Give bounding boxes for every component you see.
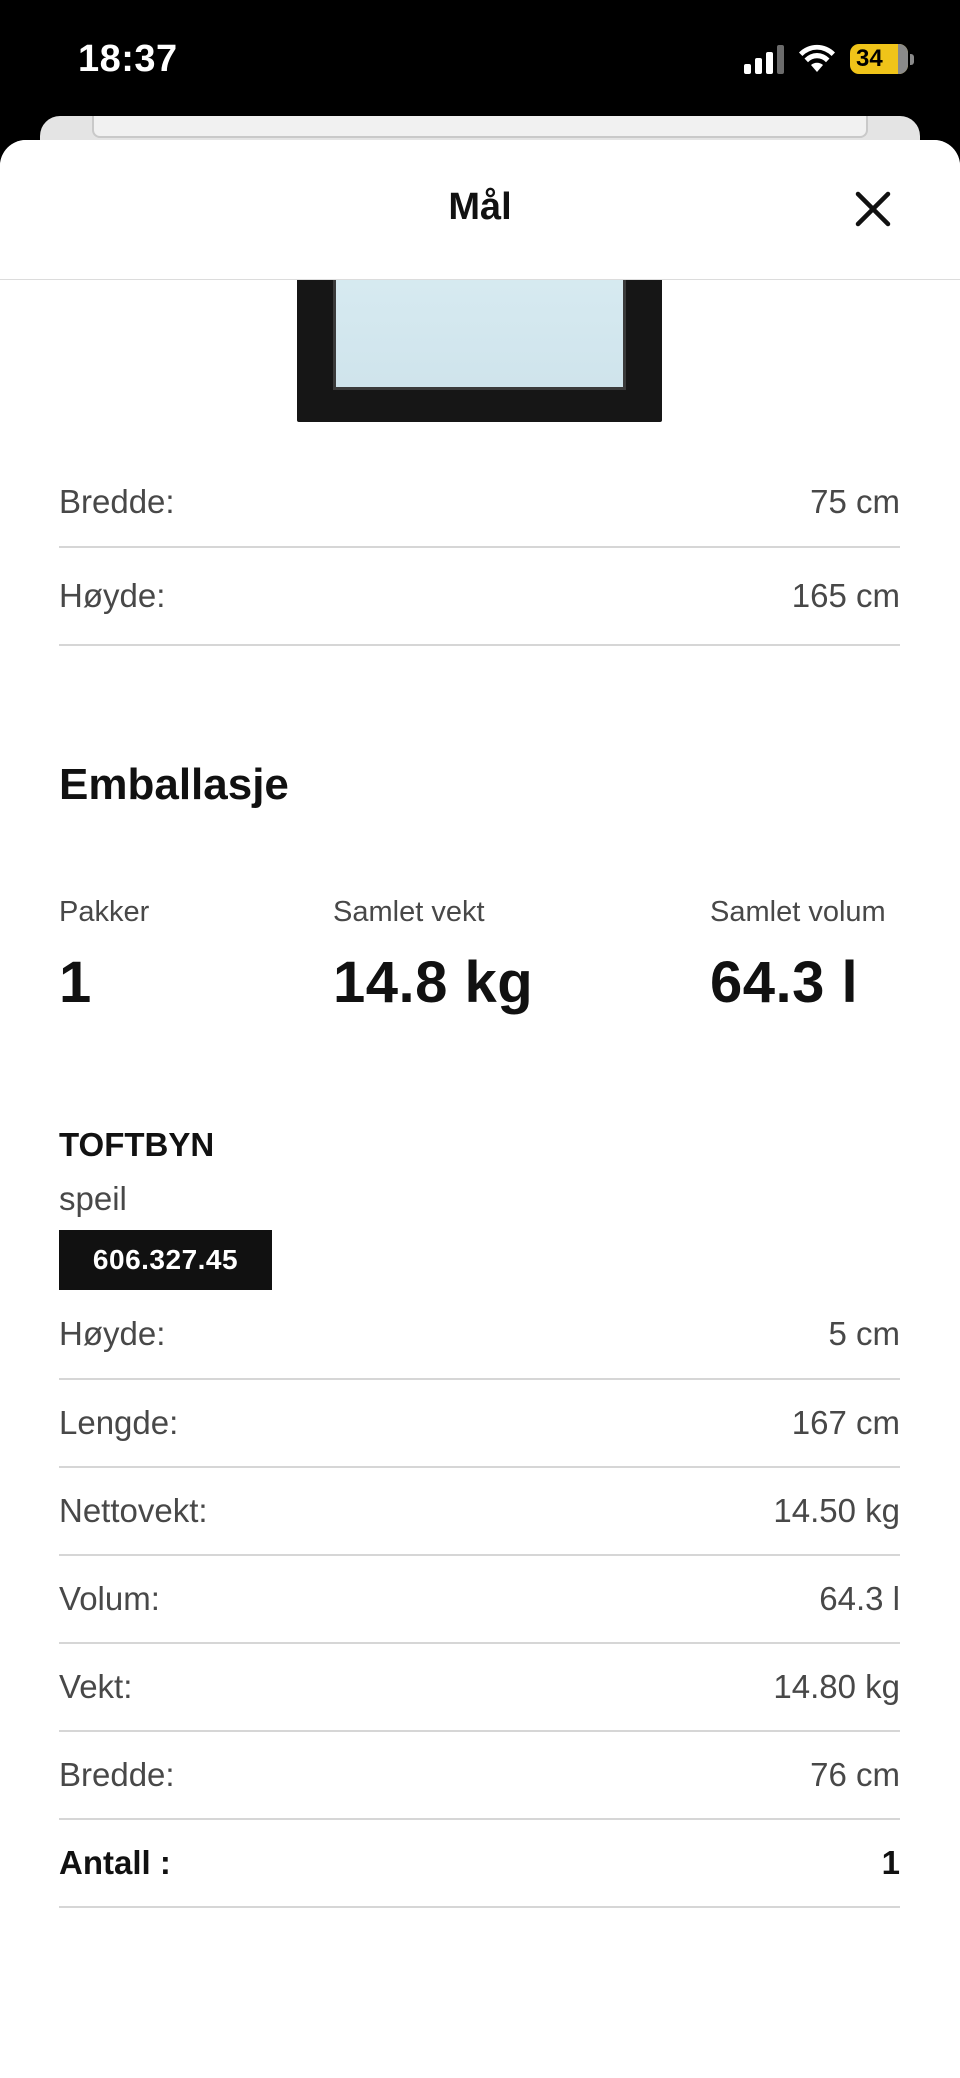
sheet-title: Mål [448, 186, 512, 228]
row-value: 1 [881, 1844, 900, 1881]
status-bar: 18:37 34 [0, 0, 960, 120]
package-product-name: TOFTBYN [59, 1126, 215, 1163]
row-label: Antall : [59, 1844, 171, 1881]
package-row-length: Lengde: 167 cm [59, 1380, 900, 1468]
row-label: Nettovekt: [59, 1492, 208, 1529]
row-value: 5 cm [828, 1315, 900, 1352]
row-value: 167 cm [791, 1404, 900, 1441]
cellular-signal-icon [744, 44, 784, 74]
packaging-title: Emballasje [59, 760, 289, 809]
wifi-icon [799, 44, 835, 72]
row-label: Lengde: [59, 1404, 179, 1441]
row-label: Vekt: [59, 1668, 133, 1705]
row-label: Høyde: [59, 1315, 166, 1352]
dimension-row-height: Høyde: 165 cm [59, 548, 900, 646]
battery-level: 34 [856, 45, 883, 72]
package-row-weight: Vekt: 14.80 kg [59, 1644, 900, 1732]
article-number-badge: 606.327.45 [59, 1230, 272, 1290]
stat-label: Samlet volum [710, 896, 886, 928]
row-label: Bredde: [59, 1756, 175, 1793]
package-row-volume: Volum: 64.3 l [59, 1556, 900, 1644]
row-value: 64.3 l [819, 1580, 900, 1617]
package-row-width: Bredde: 76 cm [59, 1732, 900, 1820]
stat-label: Pakker [59, 896, 150, 928]
stat-value: 1 [59, 950, 92, 1015]
stat-packages: Pakker 1 [59, 896, 149, 1016]
row-label: Bredde: [59, 483, 175, 520]
stat-total-volume: Samlet volum 64.3 l [710, 896, 886, 1016]
battery-icon: 34 [850, 44, 914, 74]
stat-total-weight: Samlet vekt 14.8 kg [333, 896, 533, 1016]
row-value: 75 cm [810, 483, 900, 520]
dimension-row-width: Bredde: 75 cm [59, 458, 900, 548]
row-value: 14.80 kg [773, 1668, 900, 1705]
sheet-header: Mål [0, 140, 960, 280]
status-icons: 34 [744, 44, 914, 74]
package-row-height: Høyde: 5 cm [59, 1290, 900, 1380]
row-value: 165 cm [791, 577, 900, 614]
status-time: 18:37 [78, 38, 178, 80]
stat-value: 14.8 kg [333, 950, 534, 1015]
package-row-quantity: Antall : 1 [59, 1820, 900, 1908]
row-value: 76 cm [810, 1756, 900, 1793]
row-value: 14.50 kg [773, 1492, 900, 1529]
package-product-type: speil [59, 1180, 127, 1217]
row-label: Volum: [59, 1580, 160, 1617]
row-label: Høyde: [59, 577, 166, 614]
package-row-net-weight: Nettovekt: 14.50 kg [59, 1468, 900, 1556]
dimensions-sheet: Mål Bredde: 75 cm Høyde: 165 cm Emballas… [0, 140, 960, 2078]
close-icon[interactable] [852, 188, 894, 230]
stat-value: 64.3 l [710, 950, 859, 1015]
stat-label: Samlet vekt [333, 896, 485, 928]
